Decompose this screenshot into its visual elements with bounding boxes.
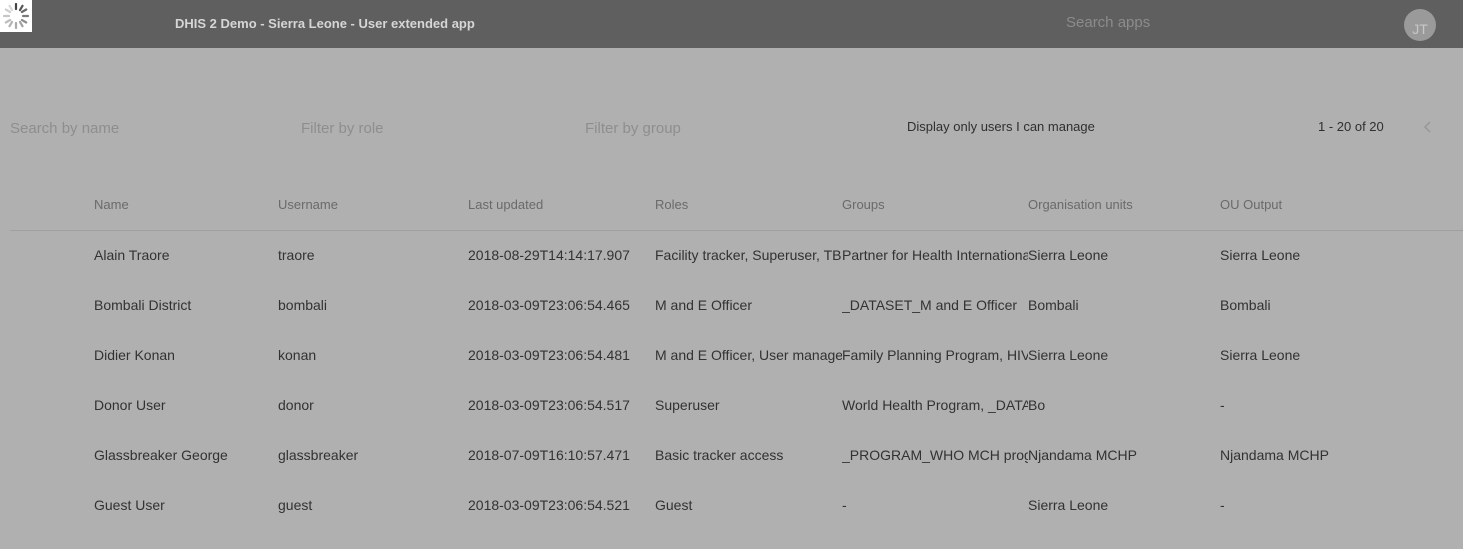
profile-avatar[interactable]: JT [1404,9,1436,41]
cell-last-updated: 2018-03-09T23:06:54.481 [468,347,630,363]
cell-username: guest [278,497,313,513]
app-header: DHIS 2 Demo - Sierra Leone - User extend… [0,0,1463,48]
cell-username: bombali [278,297,328,313]
cell-roles: Guest [655,497,693,513]
column-header-last-updated[interactable]: Last updated [468,197,543,212]
table-row[interactable]: Didier Konan konan 2018-03-09T23:06:54.4… [0,347,1463,397]
cell-name: Donor User [94,397,166,413]
column-header-organisation-units[interactable]: Organisation units [1028,197,1133,212]
cell-last-updated: 2018-07-09T16:10:57.471 [468,447,630,463]
app-title: DHIS 2 Demo - Sierra Leone - User extend… [175,16,475,31]
table-row[interactable]: Alain Traore traore 2018-08-29T14:14:17.… [0,247,1463,297]
cell-username: donor [278,397,314,413]
cell-organisation-units: Sierra Leone [1028,497,1109,513]
cell-ou-output: Njandama MCHP [1220,447,1329,463]
cell-groups: Family Planning Program, HIV [842,347,1028,363]
cell-name: Alain Traore [94,247,170,263]
cell-groups: _PROGRAM_WHO MCH program [842,447,1028,463]
column-header-roles[interactable]: Roles [655,197,688,212]
header-divider [10,230,1463,231]
cell-ou-output: - [1220,497,1225,513]
cell-name: Bombali District [94,297,192,313]
cell-groups: World Health Program, _DATASET [842,397,1028,413]
cell-username: glassbreaker [278,447,359,463]
cell-roles: M and E Officer [655,297,753,313]
cell-ou-output: - [1220,397,1225,413]
table-row[interactable]: Donor User donor 2018-03-09T23:06:54.517… [0,397,1463,447]
search-apps-input[interactable]: Search apps [1066,14,1150,31]
cell-ou-output: Sierra Leone [1220,247,1301,263]
cell-last-updated: 2018-03-09T23:06:54.521 [468,497,630,513]
table-row[interactable]: Bombali District bombali 2018-03-09T23:0… [0,297,1463,347]
cell-groups: Partner for Health International [842,247,1028,263]
column-header-ou-output[interactable]: OU Output [1220,197,1282,212]
cell-last-updated: 2018-03-09T23:06:54.517 [468,397,630,413]
table-row[interactable]: Guest User guest 2018-03-09T23:06:54.521… [0,497,1463,547]
cell-name: Guest User [94,497,165,513]
cell-last-updated: 2018-08-29T14:14:17.907 [468,247,630,263]
cell-organisation-units: Sierra Leone [1028,247,1109,263]
cell-last-updated: 2018-03-09T23:06:54.465 [468,297,630,313]
pager-range: 1 - 20 of 20 [1318,119,1384,134]
column-header-name[interactable]: Name [94,197,129,212]
cell-ou-output: Bombali [1220,297,1271,313]
manage-only-toggle[interactable]: Display only users I can manage [907,119,1095,134]
previous-page-button[interactable] [1420,117,1436,137]
cell-roles: Basic tracker access [655,447,784,463]
cell-groups: - [842,497,847,513]
cell-groups: _DATASET_M and E Officer [842,297,1018,313]
column-header-username[interactable]: Username [278,197,338,212]
filter-by-role-select[interactable]: Filter by role [301,120,384,137]
cell-roles: Superuser [655,397,720,413]
cell-organisation-units: Njandama MCHP [1028,447,1137,463]
cell-ou-output: Sierra Leone [1220,347,1301,363]
search-by-name-input[interactable]: Search by name [10,120,119,137]
chevron-left-icon [1423,121,1431,133]
cell-organisation-units: Bo [1028,397,1046,413]
cell-roles: M and E Officer, User manager [655,347,842,363]
cell-organisation-units: Sierra Leone [1028,347,1109,363]
cell-username: traore [278,247,315,263]
cell-name: Glassbreaker George [94,447,228,463]
cell-username: konan [278,347,317,363]
table-row[interactable]: Glassbreaker George glassbreaker 2018-07… [0,447,1463,497]
cell-organisation-units: Bombali [1028,297,1079,313]
cell-roles: Facility tracker, Superuser, TB program [655,247,842,263]
cell-name: Didier Konan [94,347,175,363]
loading-spinner-icon [0,0,32,32]
column-header-groups[interactable]: Groups [842,197,885,212]
filter-by-group-select[interactable]: Filter by group [585,120,681,137]
